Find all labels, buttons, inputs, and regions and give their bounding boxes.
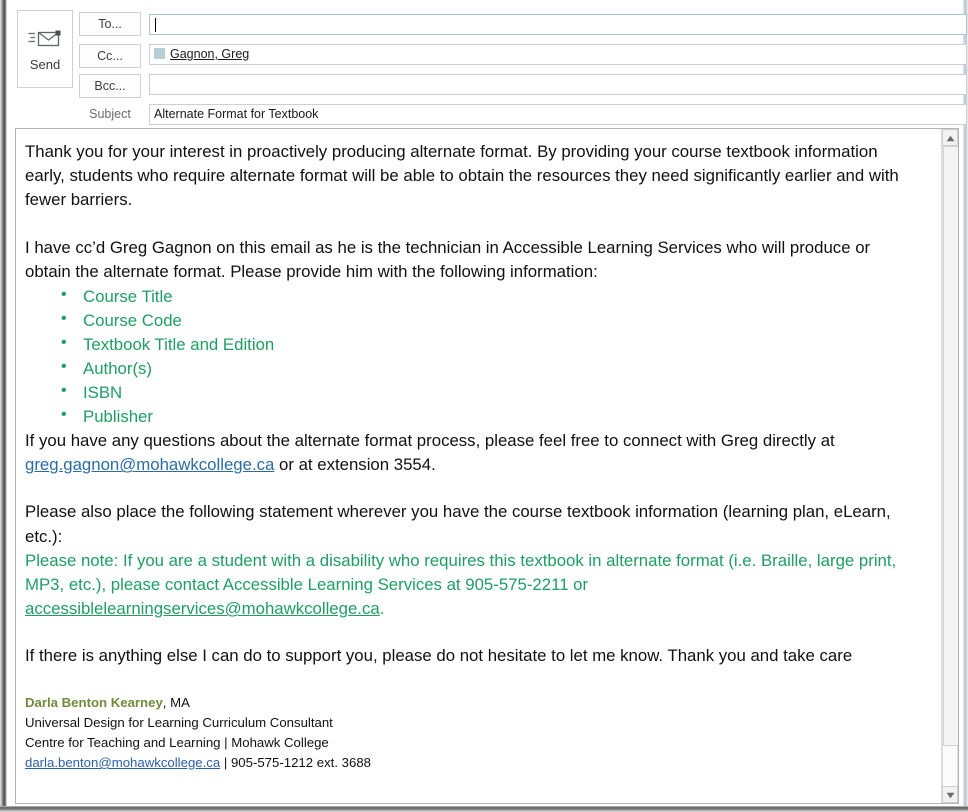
signature-phone: | 905-575-1212 ext. 3688 <box>220 755 372 771</box>
body-paragraph-3: If you have any questions about the alte… <box>25 429 920 477</box>
compose-email-window: Send To... Cc... Bcc... Subject Gagnon, … <box>0 0 968 812</box>
body-paragraph-5: If there is anything else I can do to su… <box>25 646 853 666</box>
window-left-edge-shadow <box>0 0 7 812</box>
to-button[interactable]: To... <box>79 12 141 36</box>
envelope-send-icon <box>28 28 62 52</box>
greg-email-link[interactable]: greg.gagnon@mohawkcollege.ca <box>25 455 274 474</box>
signature-name-line: Darla Benton Kearney, MA <box>25 693 920 713</box>
scroll-up-glyph <box>946 129 955 147</box>
note-text-before: Please note: If you are a student with a… <box>25 550 897 594</box>
cc-input[interactable]: Gagnon, Greg <box>149 44 967 65</box>
required-information-list: Course Title Course Code Textbook Title … <box>25 284 920 429</box>
list-item: ISBN <box>61 380 920 405</box>
scroll-up-arrow-icon[interactable] <box>942 129 958 146</box>
message-body-pane: Thank you for your interest in proactive… <box>15 128 959 804</box>
signature-name: Darla Benton Kearney <box>25 694 163 710</box>
body-paragraph-1: Thank you for your interest in proactive… <box>25 142 899 210</box>
body-paragraph-2: I have cc’d Greg Gagnon on this email as… <box>25 237 871 281</box>
list-item: Course Title <box>61 284 920 309</box>
list-item: Course Code <box>61 308 920 333</box>
body-paragraph-4: Please also place the following statemen… <box>25 502 891 546</box>
bcc-button[interactable]: Bcc... <box>79 74 141 98</box>
scrollbar-thumb[interactable] <box>943 146 958 746</box>
to-input[interactable] <box>149 14 967 35</box>
body-scrollbar[interactable] <box>941 129 958 803</box>
signature-credential: , MA <box>162 694 190 710</box>
signature-email-link[interactable]: darla.benton@mohawkcollege.ca <box>25 755 220 770</box>
cc-recipient-name[interactable]: Gagnon, Greg <box>170 47 249 61</box>
send-button[interactable]: Send <box>17 10 73 88</box>
subject-input[interactable]: Alternate Format for Textbook <box>149 104 967 125</box>
presence-status-icon <box>154 48 165 59</box>
accessibility-note-paragraph: Please note: If you are a student with a… <box>25 549 920 622</box>
note-text-after: . <box>379 599 385 619</box>
list-item: Publisher <box>61 404 920 429</box>
send-button-label: Send <box>29 56 61 72</box>
signature-department: Centre for Teaching and Learning | Mohaw… <box>25 734 329 750</box>
signature-contact-line: darla.benton@mohawkcollege.ca | 905-575-… <box>25 753 920 773</box>
email-signature: Darla Benton Kearney, MA Universal Desig… <box>25 693 920 774</box>
cc-button[interactable]: Cc... <box>79 44 141 68</box>
list-item: Author(s) <box>61 356 920 381</box>
paragraph-3-text-after: or at extension 3554. <box>274 455 436 475</box>
message-body-editor[interactable]: Thank you for your interest in proactive… <box>16 129 932 803</box>
scroll-down-arrow-icon[interactable] <box>942 786 958 803</box>
signature-title: Universal Design for Learning Curriculum… <box>25 714 333 730</box>
window-bottom-edge-shadow <box>0 806 968 812</box>
list-item: Textbook Title and Edition <box>61 332 920 357</box>
bcc-input[interactable] <box>149 74 967 95</box>
paragraph-3-text-before: If you have any questions about the alte… <box>25 431 835 451</box>
accessible-learning-services-email-link[interactable]: accessiblelearningservices@mohawkcollege… <box>25 599 380 618</box>
subject-label: Subject <box>89 107 131 121</box>
scroll-down-glyph <box>946 786 955 804</box>
compose-header: Send To... Cc... Bcc... Subject Gagnon, … <box>8 3 967 125</box>
scrollbar-track[interactable] <box>942 146 958 786</box>
text-caret <box>155 17 156 32</box>
